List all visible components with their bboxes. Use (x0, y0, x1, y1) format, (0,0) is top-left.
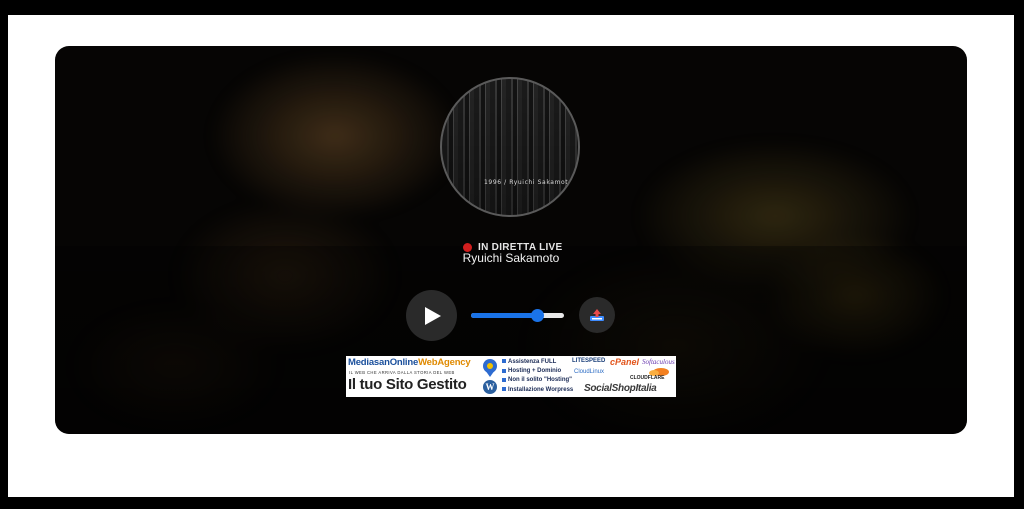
banner-icons: W (480, 358, 500, 396)
cpanel-logo: cPanel (610, 357, 640, 367)
play-button[interactable] (406, 290, 457, 341)
ad-banner[interactable]: MediasanOnlineWebAgency IL WEB CHE ARRIV… (346, 356, 676, 397)
cover-caption: 1996 / Ryuichi Sakamoto (484, 179, 573, 186)
share-icon (590, 309, 604, 321)
banner-tagline: IL WEB CHE ARRIVA DALLA STORIA DEL WEB (349, 370, 455, 375)
banner-brand: MediasanOnlineWebAgency (348, 357, 471, 368)
softaculous-logo: Softaculous (642, 358, 675, 366)
litespeed-logo: LITESPEED (572, 358, 606, 364)
radio-player: 1996 / Ryuichi Sakamoto IN DIRETTA LIVE … (55, 46, 967, 434)
play-icon (425, 306, 441, 325)
volume-thumb[interactable] (531, 309, 545, 322)
share-button[interactable] (579, 297, 615, 333)
album-cover: 1996 / Ryuichi Sakamoto (440, 77, 580, 217)
svg-text:W: W (486, 382, 495, 392)
cloudlinux-logo: CloudLinux (574, 369, 605, 375)
background-overlay (55, 246, 967, 434)
banner-headline: Il tuo Sito Gestito (348, 376, 467, 393)
volume-slider[interactable] (471, 309, 564, 322)
socialshop-logo: SocialShopItalia (584, 383, 657, 394)
cloudflare-logo: CLOUDFLARE (630, 375, 665, 381)
pin-icon: W (483, 359, 497, 394)
volume-fill (471, 313, 538, 318)
artist-name: Ryuichi Sakamoto (462, 251, 560, 265)
banner-features: Assistenza FULL Hosting + Dominio Non il… (502, 358, 578, 395)
